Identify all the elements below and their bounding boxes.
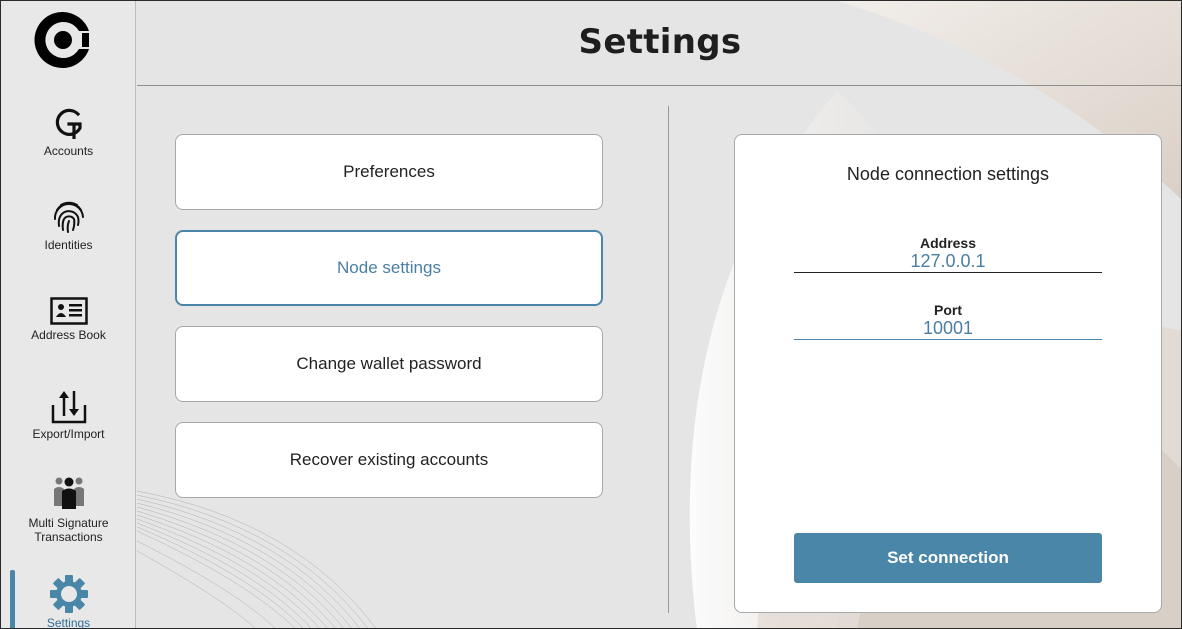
address-input[interactable] — [794, 251, 1102, 272]
sidebar-item-label: Address Book — [31, 328, 106, 342]
address-underline — [794, 272, 1102, 273]
accounts-g-icon — [55, 108, 82, 139]
sidebar-item-settings[interactable]: Settings — [1, 574, 136, 629]
port-underline — [794, 339, 1102, 340]
preferences-button[interactable]: Preferences — [175, 134, 603, 210]
sidebar-item-identities[interactable]: Identities — [1, 199, 136, 252]
sidebar-item-label-line2: Transactions — [34, 530, 103, 544]
sidebar-item-label: Settings — [46, 616, 91, 629]
sidebar-item-label-line1: Multi Signature — [28, 516, 109, 530]
change-wallet-password-button[interactable]: Change wallet password — [175, 326, 603, 402]
set-connection-button[interactable]: Set connection — [794, 533, 1102, 583]
sidebar-item-label: Export/Import — [32, 427, 105, 441]
recover-existing-accounts-button[interactable]: Recover existing accounts — [175, 422, 603, 498]
section-divider — [668, 106, 669, 613]
sidebar: Accounts Identities Address Book Export/… — [1, 1, 136, 629]
node-connection-panel: Node connection settings Address Port Se… — [734, 134, 1162, 613]
app-window: Accounts Identities Address Book Export/… — [0, 0, 1182, 629]
sidebar-item-multi-signature[interactable]: Multi Signature Transactions — [1, 476, 136, 544]
sidebar-item-label: Accounts — [43, 144, 94, 158]
node-settings-button[interactable]: Node settings — [175, 230, 603, 306]
gear-icon — [49, 575, 88, 613]
page-title: Settings — [578, 22, 742, 62]
port-label: Port — [934, 302, 962, 318]
id-card-icon — [49, 297, 88, 325]
panel-title: Node connection settings — [846, 164, 1050, 184]
export-import-arrows-icon — [51, 391, 86, 424]
sidebar-item-label: Identities — [44, 238, 93, 252]
people-group-icon — [53, 477, 84, 509]
fingerprint-icon — [53, 201, 84, 233]
address-label: Address — [919, 235, 977, 251]
sidebar-item-export-import[interactable]: Export/Import — [1, 388, 136, 441]
address-field-group: Address — [794, 235, 1102, 273]
main-content: Settings Preferences Node settings Chang… — [137, 1, 1181, 628]
port-field-group: Port — [794, 302, 1102, 340]
port-input[interactable] — [794, 318, 1102, 339]
sidebar-item-accounts[interactable]: Accounts — [1, 107, 136, 158]
page-header: Settings — [137, 1, 1181, 86]
app-logo-icon — [32, 9, 94, 71]
sidebar-item-address-book[interactable]: Address Book — [1, 297, 136, 342]
